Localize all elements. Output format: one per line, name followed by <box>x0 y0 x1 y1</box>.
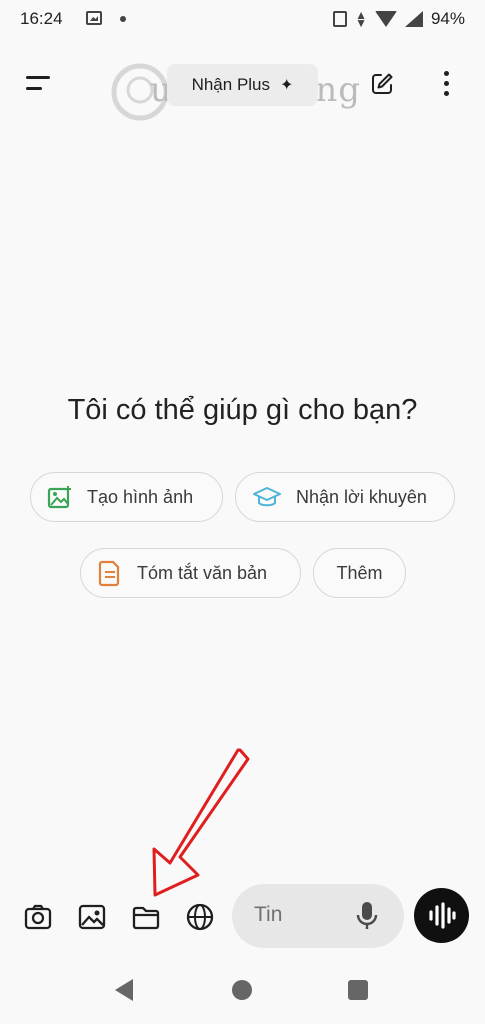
chip-label: Nhận lời khuyên <box>296 486 427 507</box>
document-icon <box>98 560 120 587</box>
page-title: Tôi có thể giúp gì cho bạn? <box>67 394 418 426</box>
sparkle-icon: ✦ <box>280 77 294 94</box>
data-arrows-icon: ▲ ▼ <box>355 8 367 30</box>
edit-icon[interactable] <box>370 72 394 96</box>
image-create-icon <box>47 486 71 509</box>
chip-label: Tóm tắt văn bản <box>137 562 268 583</box>
dot-icon <box>120 16 126 22</box>
chip-label: Thêm <box>336 562 383 583</box>
message-input-placeholder: Tin <box>254 903 283 926</box>
status-right-group: ▲ ▼ 94% <box>333 9 465 29</box>
folder-icon[interactable] <box>132 903 160 931</box>
vibrate-icon <box>333 11 348 27</box>
chip-more[interactable]: Thêm <box>313 548 406 598</box>
menu-icon[interactable] <box>26 74 52 94</box>
chip-summarize-text[interactable]: Tóm tắt văn bản <box>80 548 301 598</box>
get-plus-button[interactable]: Nhận Plus ✦ <box>167 64 318 106</box>
globe-icon[interactable] <box>186 903 214 931</box>
camera-icon[interactable] <box>24 903 52 931</box>
get-plus-label: Nhận Plus <box>191 75 271 94</box>
graduation-cap-icon <box>253 487 281 507</box>
annotation-arrow-icon <box>152 748 250 897</box>
back-icon[interactable] <box>115 979 133 1001</box>
photo-icon[interactable] <box>78 903 106 931</box>
home-icon[interactable] <box>232 980 252 1000</box>
chip-label: Tạo hình ảnh <box>87 486 194 507</box>
voice-mode-button[interactable] <box>414 888 469 943</box>
gallery-icon <box>86 11 102 25</box>
status-time: 16:24 <box>20 9 63 28</box>
chip-create-image[interactable]: Tạo hình ảnh <box>30 472 223 522</box>
more-vertical-icon[interactable] <box>444 71 450 99</box>
voice-mode-icon <box>429 902 456 929</box>
chip-get-advice[interactable]: Nhận lời khuyên <box>235 472 455 522</box>
recents-icon[interactable] <box>348 980 368 1000</box>
microphone-icon[interactable] <box>355 901 379 931</box>
battery-percent: 94% <box>430 9 465 28</box>
wifi-icon <box>374 11 397 27</box>
signal-icon <box>404 11 423 27</box>
